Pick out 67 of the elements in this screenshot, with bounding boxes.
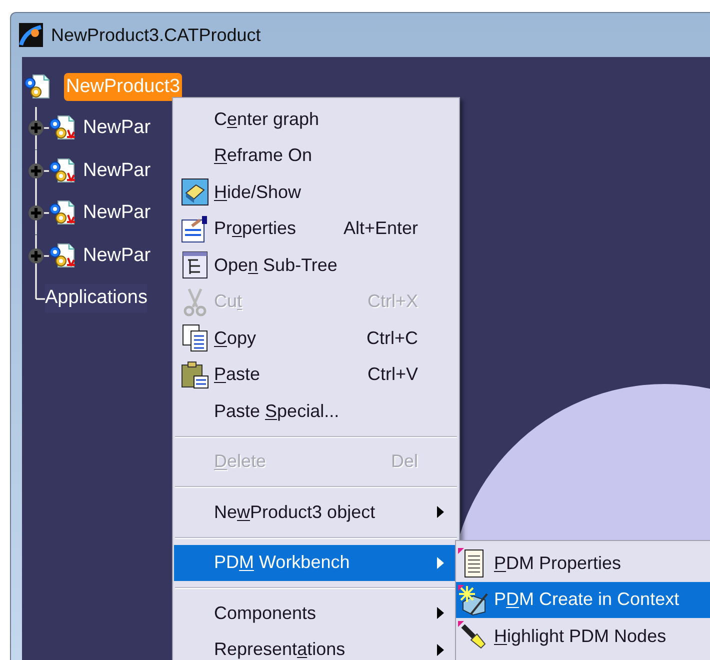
- menu-item-label: PDM Workbench: [214, 551, 350, 574]
- menu-item-label: Components: [214, 602, 316, 625]
- menu-item-label: NewProduct3 object: [214, 500, 376, 524]
- tree-connector-line: [44, 170, 49, 172]
- submenu-arrow-icon: [437, 607, 444, 620]
- expand-icon[interactable]: [28, 120, 44, 136]
- menu-item-label: Paste: [214, 363, 260, 386]
- clipboard-icon: [180, 360, 210, 390]
- product-document-icon: [24, 73, 52, 101]
- menu-item[interactable]: PDM Workbench: [174, 544, 458, 581]
- menu-item-label: Open Sub-Tree: [214, 254, 338, 277]
- menu-item[interactable]: Paste Special...: [174, 393, 458, 430]
- menu-item[interactable]: Properties Alt+Enter: [174, 210, 458, 247]
- tree-node-label[interactable]: NewPar: [83, 114, 151, 142]
- shortcut-label: Ctrl+V: [367, 363, 418, 386]
- menu-item[interactable]: Components: [174, 595, 458, 632]
- tree-connector-line: [44, 212, 49, 214]
- part-document-icon: [49, 156, 77, 185]
- menu-item-label: Paste Special...: [214, 400, 340, 423]
- box-icon: [180, 177, 210, 208]
- sparkle-cube-icon: [457, 584, 489, 616]
- menu-item-label: Cut: [214, 290, 242, 314]
- menu-item[interactable]: Representations: [174, 632, 458, 660]
- tree-node-label[interactable]: NewPar: [83, 156, 151, 185]
- expand-icon[interactable]: [28, 205, 44, 222]
- window-title: NewProduct3.CATProduct: [51, 24, 261, 46]
- menu-item[interactable]: Copy Ctrl+C: [174, 320, 458, 356]
- tree-window-icon: [180, 250, 210, 280]
- menu-item[interactable]: PDM Create in Context: [456, 582, 710, 618]
- menu-item-label: Center graph: [214, 108, 320, 131]
- menu-item-label: Representations: [214, 638, 346, 660]
- tree-node-label[interactable]: NewPar: [83, 242, 151, 270]
- submenu-arrow-icon: [437, 506, 444, 518]
- submenu-arrow-icon: [437, 644, 444, 656]
- menu-item[interactable]: PDM Properties: [456, 545, 710, 582]
- menu-item-label: PDM Create in Context: [494, 588, 680, 612]
- menu-item[interactable]: Paste Ctrl+V: [174, 356, 458, 393]
- expand-icon[interactable]: [28, 162, 44, 179]
- tree-node-label[interactable]: NewPar: [83, 199, 151, 228]
- menu-item[interactable]: NewProduct3 object: [174, 494, 458, 530]
- menu-item-label: Hide/Show: [214, 180, 302, 204]
- shortcut-label: Ctrl+C: [366, 326, 418, 350]
- shortcut-label: Alt+Enter: [343, 217, 418, 240]
- menu-item[interactable]: Hide/Show: [174, 174, 458, 210]
- part-document-icon: [49, 199, 77, 228]
- menu-item-label: Highlight PDM Nodes: [494, 624, 666, 648]
- expand-icon[interactable]: [28, 248, 44, 264]
- menu-item[interactable]: Center graph: [174, 101, 458, 138]
- menu-item-label: Copy: [214, 326, 256, 350]
- menu-item-label: Properties: [214, 217, 296, 240]
- part-document-icon: [49, 242, 77, 270]
- tree-connector-line: [44, 127, 49, 130]
- properties-icon: [180, 214, 210, 244]
- menu-item-label: Reframe On: [214, 144, 312, 168]
- copy-icon: [180, 323, 210, 354]
- shortcut-label: Del: [390, 450, 418, 474]
- part-document-icon: [49, 114, 77, 142]
- menu-item-label: PDM Properties: [494, 552, 622, 575]
- menu-item[interactable]: Open Sub-Tree: [174, 247, 458, 284]
- app-logo-icon: [19, 23, 43, 47]
- menu-item-label: Delete: [214, 450, 266, 474]
- tree-node-label[interactable]: Applications: [45, 284, 148, 312]
- submenu-arrow-icon: [437, 556, 444, 569]
- tree-connector-line: [44, 254, 49, 257]
- menu-item[interactable]: Reframe On: [174, 138, 458, 174]
- shortcut-label: Ctrl+X: [367, 290, 418, 314]
- menu-item[interactable]: Highlight PDM Nodes: [456, 618, 710, 654]
